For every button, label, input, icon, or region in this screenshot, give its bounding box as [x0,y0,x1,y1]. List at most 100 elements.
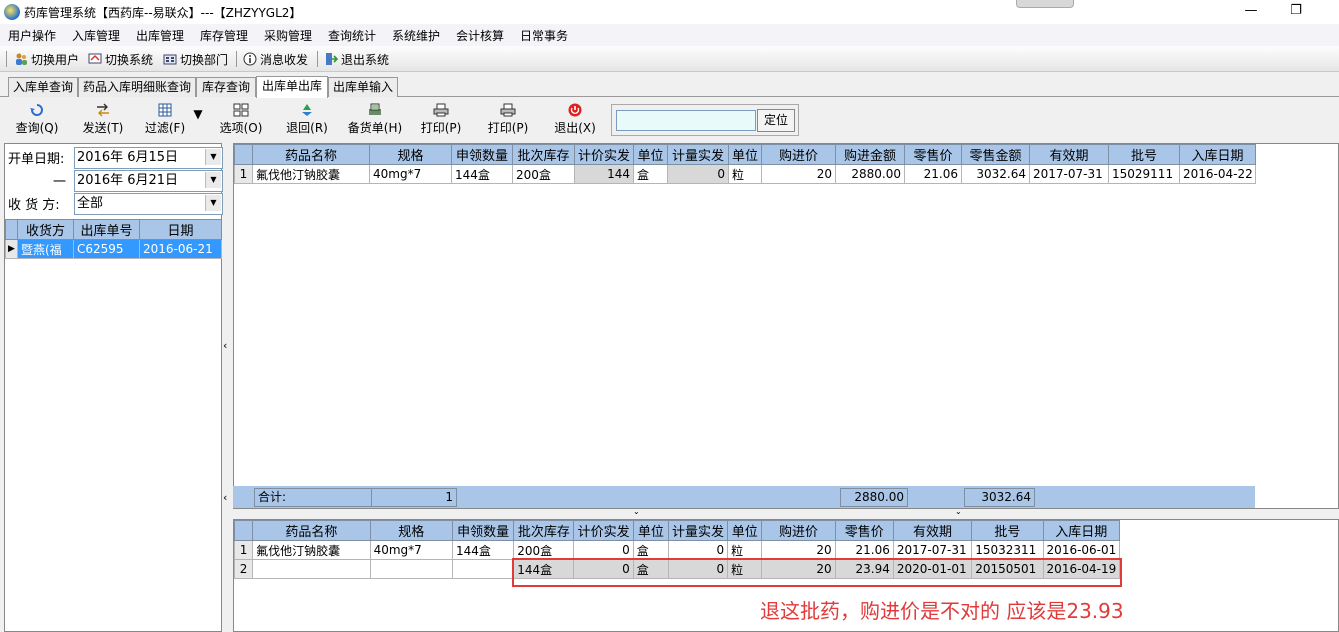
col-cost-price[interactable]: 购进价 [761,144,836,165]
collapse-down-icon[interactable]: ⌄ [633,507,640,516]
cell-unit-2[interactable]: 粒 [728,164,762,184]
print-button-1[interactable]: 打印(P) [418,101,464,139]
cell-in-date[interactable]: 2016-06-01 [1042,540,1121,560]
col-expiry[interactable]: 有效期 [1029,144,1109,165]
col-unit-2[interactable]: 单位 [727,520,763,541]
cell-drug-name[interactable] [252,559,371,579]
menu-accounting[interactable]: 会计核算 [456,27,504,44]
cell-lot-no[interactable]: 15029111 [1108,164,1180,184]
tab-inbound-detail[interactable]: 药品入库明细账查询 [78,77,196,97]
cell-expiry[interactable]: 2017-07-31 [892,540,973,560]
stock-slip-button[interactable]: 备货单(H) [346,101,404,139]
send-button[interactable]: 发送(T) [80,101,126,139]
cell-request-qty[interactable] [451,559,515,579]
collapse-down-icon[interactable]: ⌄ [955,507,962,516]
tab-outbound-issue[interactable]: 出库单出库 [256,76,328,98]
restore-button[interactable]: ❐ [1281,2,1311,20]
order-row[interactable]: ▶ 暨燕(福 C62595 2016-06-21 [5,239,222,259]
col-expiry[interactable]: 有效期 [892,520,973,541]
menu-daily[interactable]: 日常事务 [520,27,568,44]
col-in-date[interactable]: 入库日期 [1179,144,1256,165]
cell-cost-amount[interactable]: 2880.00 [835,164,905,184]
col-measured-issue[interactable]: 计量实发 [667,520,729,541]
col-retail-price[interactable]: 零售价 [834,520,894,541]
switch-system-button[interactable]: 切换系统 [88,51,153,67]
menu-user-ops[interactable]: 用户操作 [8,27,56,44]
cell-drug-name[interactable]: 氟伐他汀钠胶囊 [252,164,370,184]
col-lot-no[interactable]: 批号 [971,520,1044,541]
chevron-down-icon[interactable]: ▼ [205,195,221,211]
cell-unit[interactable]: 盒 [633,164,668,184]
order-date[interactable]: 2016-06-21 [139,239,222,259]
filter-button[interactable]: 过滤(F) [140,101,190,139]
col-cost-price[interactable]: 购进价 [761,520,836,541]
receiver-select[interactable]: 全部 ▼ [74,193,223,215]
col-request-qty[interactable]: 申领数量 [451,144,513,165]
col-unit[interactable]: 单位 [632,520,669,541]
col-drug-name[interactable]: 药品名称 [252,144,370,165]
menu-inventory[interactable]: 库存管理 [200,27,248,44]
cell-request-qty[interactable]: 144盒 [451,164,513,184]
col-drug-name[interactable]: 药品名称 [252,520,371,541]
exit-system-button[interactable]: 退出系统 [324,51,389,67]
cell-cost-price[interactable]: 20 [761,540,836,560]
cell-spec[interactable]: 40mg*7 [369,164,452,184]
col-unit[interactable]: 单位 [633,144,668,165]
query-button[interactable]: 查询(Q) [14,101,60,139]
cell-unit[interactable]: 盒 [632,540,669,560]
menu-inbound[interactable]: 入库管理 [72,27,120,44]
cell-batch-stock[interactable]: 200盒 [512,164,575,184]
cell-priced-issue[interactable]: 0 [573,540,634,560]
cell-unit-2[interactable]: 粒 [727,540,763,560]
col-spec[interactable]: 规格 [369,144,452,165]
col-retail-amount[interactable]: 零售金额 [961,144,1030,165]
cell-in-date[interactable]: 2016-04-22 [1179,164,1256,184]
col-request-qty[interactable]: 申领数量 [451,520,515,541]
switch-dept-button[interactable]: 切换部门 [163,51,228,67]
col-priced-issue[interactable]: 计价实发 [573,520,634,541]
col-retail-price[interactable]: 零售价 [904,144,962,165]
cell-retail-price[interactable]: 21.06 [834,540,894,560]
col-priced-issue[interactable]: 计价实发 [574,144,634,165]
col-cost-amount[interactable]: 购进金额 [835,144,905,165]
minimize-button[interactable]: — [1236,2,1266,20]
horizontal-splitter[interactable]: ⌄ ⌄ [233,507,1339,519]
menu-purchasing[interactable]: 采购管理 [264,27,312,44]
col-batch-stock[interactable]: 批次库存 [512,144,575,165]
col-in-date[interactable]: 入库日期 [1042,520,1121,541]
print-button-2[interactable]: 打印(P) [485,101,531,139]
vertical-splitter[interactable]: ‹ ‹ [222,143,232,632]
cell-cost-price[interactable]: 20 [761,164,836,184]
chevron-down-icon[interactable]: ▼ [205,149,221,165]
tab-inbound-query[interactable]: 入库单查询 [8,77,78,97]
options-button[interactable]: 选项(O) [218,101,264,139]
menu-outbound[interactable]: 出库管理 [136,27,184,44]
cell-batch-stock[interactable]: 200盒 [513,540,575,560]
cell-measured-issue[interactable]: 0 [667,164,729,184]
tab-outbound-input[interactable]: 出库单输入 [328,77,398,97]
locate-button[interactable]: 定位 [757,109,795,132]
window-grip[interactable] [1016,0,1074,8]
collapse-left-icon[interactable]: ‹ [223,339,227,352]
filter-dropdown-arrow[interactable]: ▼ [192,107,204,145]
tab-stock-query[interactable]: 库存查询 [196,77,256,97]
start-date-picker[interactable]: 2016年 6月15日 ▼ [74,147,223,169]
end-date-picker[interactable]: 2016年 6月21日 ▼ [74,170,223,192]
col-unit-2[interactable]: 单位 [728,144,762,165]
menu-maintenance[interactable]: 系统维护 [392,27,440,44]
switch-user-button[interactable]: 切换用户 [14,51,79,67]
order-no[interactable]: C62595 [73,239,140,259]
cell-request-qty[interactable]: 144盒 [451,540,515,560]
cell-retail-price[interactable]: 21.06 [904,164,962,184]
col-measured-issue[interactable]: 计量实发 [667,144,729,165]
col-receiver[interactable]: 收货方 [17,219,74,240]
chevron-down-icon[interactable]: ▼ [205,172,221,188]
col-date[interactable]: 日期 [139,219,222,240]
cell-expiry[interactable]: 2017-07-31 [1029,164,1109,184]
order-receiver[interactable]: 暨燕(福 [17,239,74,259]
menu-statistics[interactable]: 查询统计 [328,27,376,44]
cell-lot-no[interactable]: 15032311 [971,540,1044,560]
collapse-left-icon[interactable]: ‹ [223,491,227,504]
cell-measured-issue[interactable]: 0 [667,540,729,560]
table-row[interactable]: 1 氟伐他汀钠胶囊 40mg*7 144盒 200盒 144 盒 0 粒 20 … [234,164,1256,184]
